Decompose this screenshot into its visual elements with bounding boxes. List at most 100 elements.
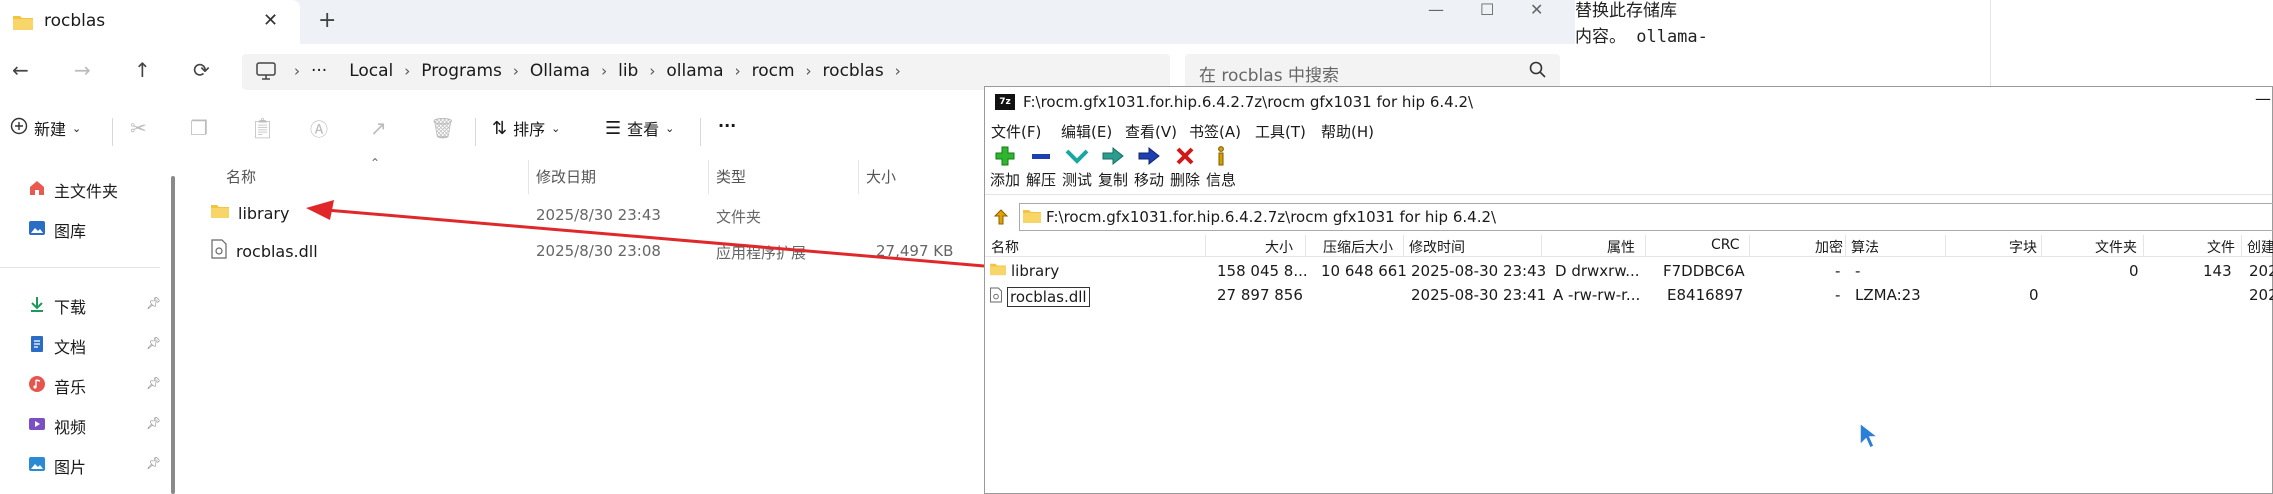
minimize-icon[interactable]: —: [1428, 0, 1444, 19]
sevenzip-path-input[interactable]: F:\rocm.gfx1031.for.hip.6.4.2.7z\rocm gf…: [1019, 203, 2273, 231]
copy-icon[interactable]: ❐: [190, 116, 208, 140]
column-header-method[interactable]: 算法: [1851, 237, 1879, 257]
menu-help[interactable]: 帮助(H): [1321, 121, 1374, 142]
table-row[interactable]: rocblas.dll 2025/8/30 23:08 应用程序扩展 27,49…: [180, 234, 980, 270]
column-header-modified[interactable]: 修改日期: [536, 166, 596, 187]
breadcrumb-item[interactable]: Programs: [410, 61, 513, 81]
column-header-name[interactable]: 名称: [226, 166, 256, 187]
computer-icon[interactable]: [256, 62, 276, 84]
chevron-right-icon[interactable]: ›: [895, 62, 901, 80]
column-divider[interactable]: [1749, 235, 1750, 257]
search-icon[interactable]: [1528, 60, 1548, 84]
sidebar-item-pictures[interactable]: 图片 📌︎: [28, 454, 161, 478]
column-header-modified[interactable]: 修改时间: [1409, 237, 1465, 257]
column-header-files[interactable]: 文件: [2207, 237, 2235, 257]
column-divider[interactable]: [1403, 235, 1404, 257]
test-button[interactable]: 测试: [1057, 145, 1097, 190]
archive-name-cell[interactable]: rocblas.dll: [989, 286, 1090, 308]
breadcrumb-item[interactable]: rocblas: [812, 61, 895, 81]
cut-icon[interactable]: ✂: [130, 116, 147, 140]
menu-view[interactable]: 查看(V): [1125, 121, 1177, 142]
archive-name-cell[interactable]: library: [989, 262, 1059, 280]
column-divider[interactable]: [2041, 235, 2042, 257]
extract-button[interactable]: 解压: [1021, 145, 1061, 190]
breadcrumb-item[interactable]: ollama: [655, 61, 734, 81]
table-row[interactable]: rocblas.dll 27 897 856 2025-08-30 23:41 …: [985, 283, 2273, 308]
close-tab-icon[interactable]: ✕: [263, 10, 278, 31]
sidebar-item-documents[interactable]: 文档 📌︎: [28, 334, 161, 358]
column-divider[interactable]: [1645, 235, 1646, 257]
column-header-size[interactable]: 大小: [1265, 237, 1293, 257]
pin-icon[interactable]: 📌︎: [146, 376, 161, 390]
column-header-encrypted[interactable]: 加密: [1815, 237, 1843, 257]
more-options-button[interactable]: ···: [718, 116, 736, 135]
table-row[interactable]: library 158 045 8... 10 648 661 2025-08-…: [985, 259, 2273, 283]
column-divider[interactable]: [858, 160, 859, 194]
pin-icon[interactable]: 📌︎: [146, 296, 161, 310]
column-divider[interactable]: [2143, 235, 2144, 257]
maximize-icon[interactable]: ☐: [1480, 0, 1494, 19]
column-header-name[interactable]: 名称: [991, 237, 1019, 257]
share-icon[interactable]: ↗: [370, 116, 387, 140]
back-icon[interactable]: ←: [12, 58, 29, 82]
column-header-type[interactable]: 类型: [716, 166, 746, 187]
close-window-icon[interactable]: ✕: [1530, 0, 1543, 19]
add-button[interactable]: 添加: [985, 145, 1025, 190]
column-divider[interactable]: [708, 160, 709, 194]
column-header-created[interactable]: 创建: [2247, 237, 2273, 257]
copy-button[interactable]: 复制: [1093, 145, 1133, 190]
file-name-cell[interactable]: rocblas.dll: [210, 239, 318, 263]
sidebar-item-downloads[interactable]: 下载 📌︎: [28, 294, 161, 318]
rename-icon[interactable]: Ⓐ: [310, 116, 328, 142]
forward-icon[interactable]: →: [74, 58, 91, 82]
column-divider[interactable]: [1945, 235, 1946, 257]
sort-button[interactable]: ⇅ 排序 ⌄: [492, 116, 560, 140]
up-icon[interactable]: ↑: [134, 58, 151, 82]
new-tab-button[interactable]: +: [318, 8, 336, 33]
column-divider[interactable]: [1541, 235, 1542, 257]
info-button[interactable]: 信息: [1201, 145, 1241, 190]
breadcrumb-item[interactable]: lib: [607, 61, 649, 81]
column-divider[interactable]: [1205, 235, 1206, 257]
breadcrumb-item[interactable]: Ollama: [519, 61, 601, 81]
file-name-cell[interactable]: library: [210, 203, 289, 223]
delete-icon[interactable]: 🗑︎: [430, 116, 455, 140]
pin-icon[interactable]: 📌︎: [146, 456, 161, 470]
refresh-icon[interactable]: ⟳: [193, 58, 210, 82]
column-header-size[interactable]: 大小: [866, 166, 896, 187]
menu-edit[interactable]: 编辑(E): [1061, 121, 1112, 142]
tab-rocblas[interactable]: rocblas ✕: [0, 0, 300, 44]
breadcrumb[interactable]: › ··· Local › Programs › Ollama › lib › …: [242, 54, 1170, 90]
sidebar-item-home[interactable]: 主文件夹: [28, 178, 118, 202]
column-header-block[interactable]: 字块: [2009, 237, 2037, 257]
column-divider[interactable]: [528, 160, 529, 194]
menu-file[interactable]: 文件(F): [991, 121, 1041, 142]
column-divider[interactable]: [1305, 235, 1306, 257]
new-button[interactable]: 新建 ⌄: [10, 116, 81, 140]
move-button[interactable]: 移动: [1129, 145, 1169, 190]
sidebar-item-gallery[interactable]: 图库: [28, 218, 86, 242]
sidebar-item-music[interactable]: 音乐 📌︎: [28, 374, 161, 398]
sidebar-item-videos[interactable]: 视频 📌︎: [28, 414, 161, 438]
column-header-packed[interactable]: 压缩后大小: [1323, 237, 1393, 257]
column-header-attr[interactable]: 属性: [1607, 237, 1635, 257]
breadcrumb-item[interactable]: Local: [338, 61, 404, 81]
breadcrumb-item[interactable]: rocm: [741, 61, 806, 81]
sidebar-scrollbar[interactable]: [171, 176, 175, 494]
column-header-crc[interactable]: CRC: [1711, 237, 1740, 253]
folder-up-icon[interactable]: [991, 207, 1011, 231]
pin-icon[interactable]: 📌︎: [146, 416, 161, 430]
column-header-folders[interactable]: 文件夹: [2095, 237, 2137, 257]
column-divider[interactable]: [2241, 235, 2242, 257]
delete-button[interactable]: 删除: [1165, 145, 1205, 190]
column-divider[interactable]: [1845, 235, 1846, 257]
paste-icon[interactable]: 📋︎: [250, 116, 275, 140]
search-input[interactable]: 在 rocblas 中搜索: [1185, 54, 1560, 90]
breadcrumb-item[interactable]: ···: [300, 61, 338, 81]
pin-icon[interactable]: 📌︎: [146, 336, 161, 350]
menu-bookmarks[interactable]: 书签(A): [1189, 121, 1241, 142]
view-button[interactable]: ☰ 查看 ⌄: [605, 116, 674, 140]
table-row[interactable]: library 2025/8/30 23:43 文件夹: [180, 198, 980, 234]
minimize-icon[interactable]: —: [2255, 89, 2271, 108]
menu-tools[interactable]: 工具(T): [1255, 121, 1306, 142]
